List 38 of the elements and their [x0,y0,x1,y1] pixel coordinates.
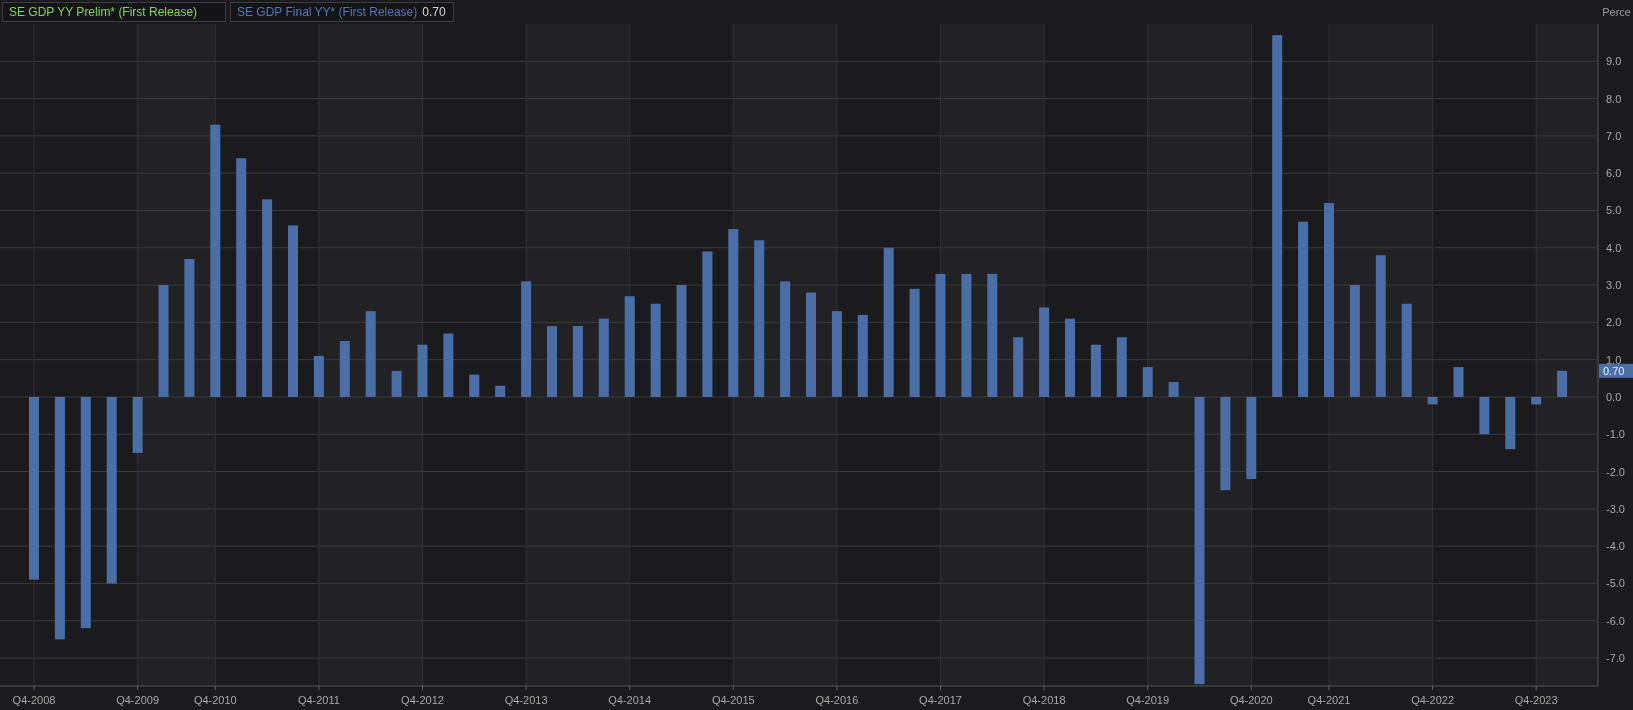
y-axis-label: 3.0 [1606,279,1622,292]
x-axis-label: Q4-2010 [193,694,237,706]
x-axis-label: Q4-2009 [116,694,159,706]
y-axis-label: 4.0 [1606,241,1622,254]
x-axis-label: Q4-2012 [401,694,444,706]
x-axis-label: Q4-2011 [297,694,340,706]
x-axis-label: Q4-2016 [815,694,859,706]
x-axis-label: Q4-2014 [608,694,652,706]
x-axis-label: Q4-2023 [1514,694,1558,706]
y-axis-label: -6.0 [1606,614,1625,627]
y-axis-label: 7.0 [1606,129,1622,142]
y-axis-label: 1.0 [1606,353,1622,366]
x-axis-label: Q4-2021 [1307,694,1351,706]
x-axis-label: Q4-2015 [711,694,755,706]
y-axis-label: 9.0 [1606,55,1622,68]
x-axis-label: Q4-2022 [1411,694,1454,706]
x-axis-label: Q4-2017 [919,694,962,706]
y-axis-label: -2.0 [1606,465,1625,478]
y-axis-label: -3.0 [1606,502,1625,515]
y-axis-label: 8.0 [1606,92,1622,105]
legend-label: SE GDP Final YY* (First Release) [237,5,418,19]
y-axis-label: 5.0 [1606,204,1622,217]
legend-value: 0.70 [422,5,446,19]
y-axis-label: 6.0 [1606,167,1622,180]
y-axis-label: 2.0 [1606,316,1622,329]
x-axis-label: Q4-2018 [1022,694,1066,706]
x-axis-label: Q4-2008 [12,694,56,706]
y-axis-label: -4.0 [1606,540,1625,553]
x-axis-label: Q4-2020 [1229,694,1273,706]
x-axis-label: Q4-2013 [504,694,548,706]
y-axis-label: -5.0 [1606,577,1625,590]
x-axis-label: Q4-2019 [1126,694,1170,706]
last-value-tag: 0.70 [1599,363,1633,378]
y-axis-label: -7.0 [1606,652,1625,665]
y-axis-label: -1.0 [1606,428,1625,441]
y-axis-label: 0.0 [1606,390,1622,403]
legend-label: SE GDP YY Prelim* (First Release) [9,5,198,19]
axis-unit-label: Perce [1602,6,1632,18]
